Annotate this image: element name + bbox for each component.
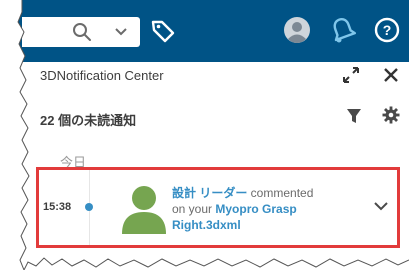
- chevron-down-icon[interactable]: [373, 198, 389, 214]
- search-input[interactable]: [22, 17, 140, 47]
- notification-action: commented: [247, 186, 314, 200]
- notification-preposition: on your: [172, 202, 216, 216]
- unread-dot: [85, 203, 93, 211]
- chevron-down-icon[interactable]: [114, 25, 128, 39]
- help-icon[interactable]: ?: [374, 17, 400, 43]
- notification-item[interactable]: 15:38 設計 リーダー commented on your Myopro G…: [36, 167, 400, 248]
- notification-time: 15:38: [43, 201, 72, 213]
- user-avatar-icon[interactable]: [283, 16, 311, 44]
- panel-title: 3DNotification Center: [40, 68, 164, 83]
- unread-count: 22 個の未読通知: [40, 113, 137, 128]
- expand-icon[interactable]: [342, 66, 360, 84]
- close-icon[interactable]: [382, 66, 400, 84]
- author-link[interactable]: 設計 リーダー: [172, 186, 247, 200]
- bell-icon[interactable]: [330, 16, 356, 44]
- search-icon[interactable]: [72, 22, 92, 42]
- top-bar: ?: [0, 0, 409, 62]
- tag-icon[interactable]: [150, 18, 176, 44]
- notification-message: 設計 リーダー commented on your Myopro Grasp R…: [172, 185, 362, 233]
- author-avatar-icon: [122, 186, 166, 234]
- filter-icon[interactable]: [346, 107, 362, 125]
- svg-text:?: ?: [383, 22, 392, 38]
- gear-icon[interactable]: [382, 106, 400, 124]
